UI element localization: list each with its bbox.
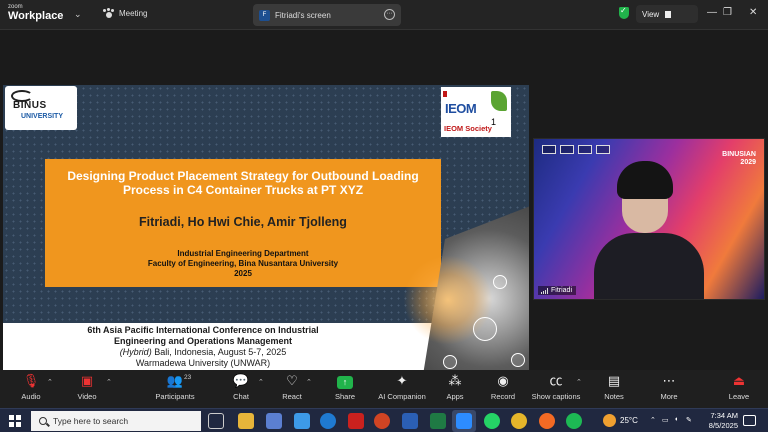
meeting-toolbar: 🎙 Audio ⌃ ▣ Video ⌃ 👥 Participants 23 💬 … [0,370,768,408]
signal-bars-icon [541,287,548,294]
participant-name: Fitriadi [551,287,573,294]
participant-name-tag: Fitriadi [538,286,577,295]
temperature[interactable]: 25°C [620,416,638,425]
spotify-icon[interactable] [566,413,582,429]
windows-start-icon[interactable] [9,415,21,427]
shield-check-icon[interactable] [619,6,629,19]
close-icon[interactable]: ✕ [749,7,757,18]
network-node-icon [493,275,507,289]
pen-icon[interactable]: ✎ [686,416,692,424]
view-button[interactable]: View [636,5,698,23]
meeting-tab-label: Meeting [119,8,148,18]
slide-department: Industrial Engineering Department Facult… [55,249,431,279]
taskbar-search-placeholder: Type here to search [53,416,129,426]
excel-icon[interactable] [430,413,446,429]
participants-icon: 👥 [166,373,184,388]
view-button-label: View [642,9,660,19]
network-node-icon [511,353,525,367]
minimize-icon[interactable]: — [707,7,717,18]
ieom-logo-subtext: IEOM Society [444,124,492,133]
screen-owner-badge: F [259,9,270,21]
restore-icon[interactable]: ❐ [723,7,732,18]
participants-count: 23 [184,374,192,381]
file-explorer-icon[interactable] [238,413,254,429]
tray-overflow-icon[interactable]: ⌃ [650,416,656,424]
conference-info: 6th Asia Pacific International Conferenc… [3,325,403,369]
share-screen-icon: ↑ [337,376,353,389]
office-icon[interactable] [374,413,390,429]
more-icon[interactable]: ⋯ [384,9,395,20]
clock-date: 8/5/2025 [708,421,738,430]
chevron-down-icon[interactable]: ⌄ [74,9,82,20]
notification-icon[interactable] [743,415,756,426]
meeting-tab[interactable]: Meeting [103,8,147,18]
title-panel: Designing Product Placement Strategy for… [45,159,441,287]
task-view-icon[interactable] [208,413,224,429]
binus-logo-subtext: UNIVERSITY [21,113,64,120]
store-icon[interactable] [294,413,310,429]
dept-year: 2025 [234,269,252,278]
background-logos [542,145,610,154]
whatsapp-icon[interactable] [484,413,500,429]
conf-line-2: Engineering and Operations Management [113,336,293,346]
conf-line-1: 6th Asia Pacific International Conferenc… [87,325,319,335]
ieom-logo: IEOM 1 IEOM Society [441,87,511,137]
slide-authors: Fitriadi, Ho Hwi Chie, Amir Tjolleng [139,215,347,229]
participants-label: Participants [155,392,195,401]
clock-time: 7:34 AM [710,411,738,420]
slide-title: Designing Product Placement Strategy for… [67,169,419,197]
ieom-logo-text: IEOM [445,101,477,116]
shared-screen-tab[interactable]: F Fitriadi's screen ⋯ [253,4,401,26]
leave-button[interactable]: ⏏ Leave [704,373,768,401]
app-brand: zoom Workplace [8,4,63,22]
leave-icon: ⏏ [732,373,746,388]
calculator-icon[interactable] [266,413,282,429]
shared-slide: BINUS UNIVERSITY IEOM 1 IEOM Society Des… [3,85,529,381]
dept-line-2: Faculty of Engineering, Bina Nusantara U… [147,259,339,268]
more-icon: ⋯ [662,373,676,388]
brand-name: Workplace [8,10,64,22]
taskbar-search[interactable]: Type here to search [31,411,201,431]
taskbar-clock[interactable]: 7:34 AM 8/5/2025 [698,411,738,431]
title-bar: zoom Workplace ⌄ Meeting F Fitriadi's sc… [0,0,768,30]
dept-line-1: Industrial Engineering Department [177,249,309,258]
pdf-reader-icon[interactable] [348,413,364,429]
windows-taskbar: Type here to search 25°C ⌃ ▭ ◖ ✎ 7:34 AM… [0,408,768,432]
chrome-icon[interactable] [511,413,527,429]
more-button[interactable]: ⋯ More [634,373,704,401]
volume-icon[interactable]: ◖ [674,416,678,423]
conf-line-3: (Hybrid) Bali, Indonesia, August 5-7, 20… [119,347,287,357]
edge-icon[interactable] [320,413,336,429]
meeting-stage: BINUS UNIVERSITY IEOM 1 IEOM Society Des… [0,30,768,381]
paw-icon [103,8,114,18]
participants-button[interactable]: 👥 Participants [140,373,210,401]
more-label: More [660,392,678,401]
word-icon[interactable] [402,413,418,429]
screen-tab-label: Fitriadi's screen [275,10,331,20]
participant-person [594,161,704,299]
binus-logo-text: BINUS [13,100,47,111]
participant-video[interactable]: BINUSIAN 2029 Fitriadi [533,138,765,300]
binus-logo: BINUS UNIVERSITY [5,86,77,130]
network-icon[interactable]: ▭ [662,416,669,424]
video-label: Video [77,392,97,401]
video-options-icon[interactable]: ⌃ [106,378,112,386]
weather-icon[interactable] [603,414,616,427]
view-layout-icon [665,10,672,18]
background-text: BINUSIAN 2029 [722,151,756,166]
network-node-icon [473,317,497,341]
zoom-icon[interactable] [456,413,472,429]
search-icon [39,417,47,425]
leave-label: Leave [728,392,750,401]
network-node-icon [443,355,457,369]
firefox-icon[interactable] [539,413,555,429]
conf-line-4: Warmadewa University (UNWAR) [135,358,271,368]
